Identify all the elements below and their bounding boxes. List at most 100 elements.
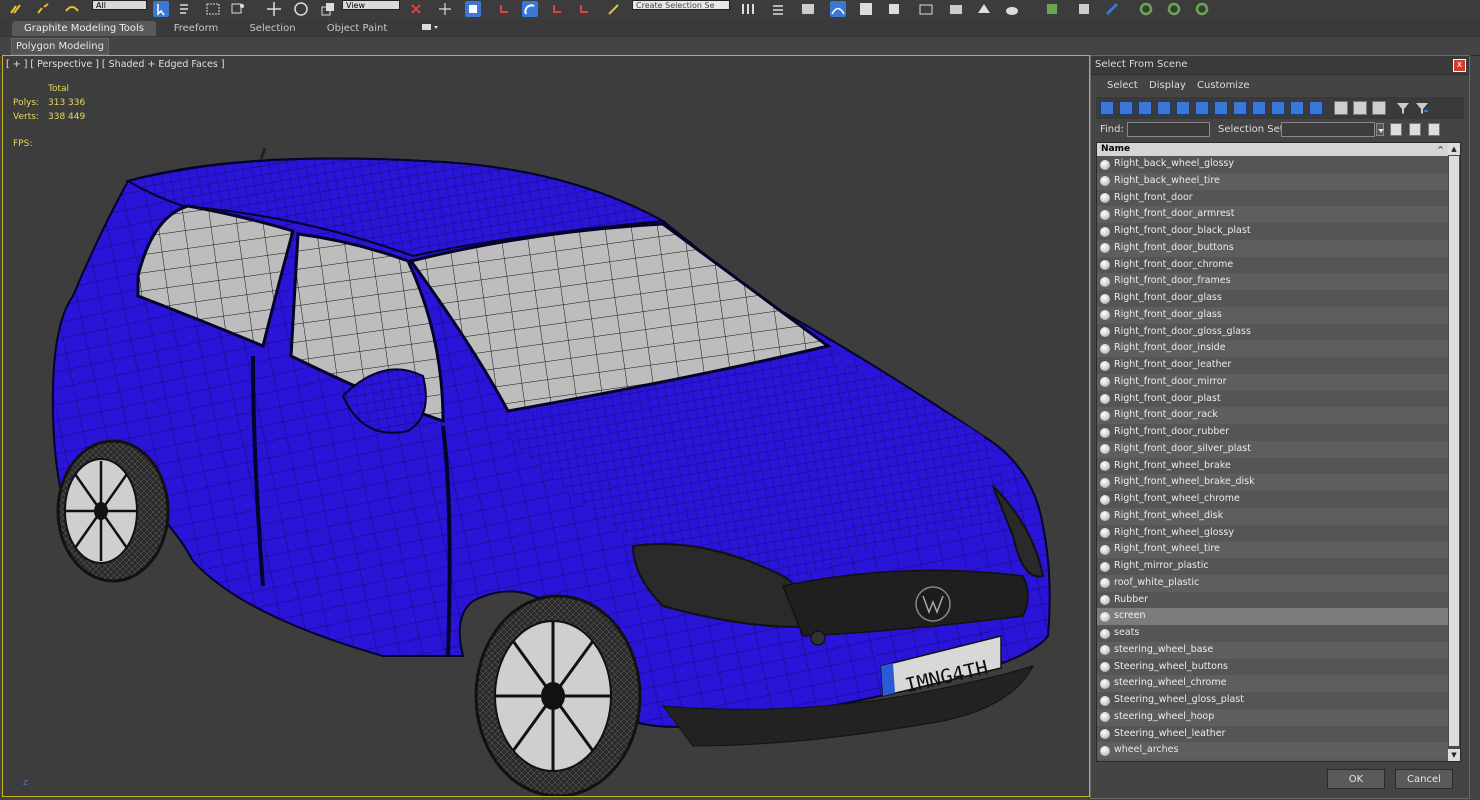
rect-region-icon[interactable] (205, 1, 221, 17)
object-tool-icon[interactable] (1076, 1, 1092, 17)
rendered-frame-icon[interactable] (948, 1, 964, 17)
list-item[interactable]: screen (1097, 608, 1449, 625)
list-item[interactable]: Right_front_door_black_plast (1097, 223, 1449, 240)
list-item[interactable]: seats (1097, 625, 1449, 642)
scene-explorer-icon[interactable] (800, 1, 816, 17)
list-item[interactable]: Steering_wheel_leather (1097, 725, 1449, 743)
render-setup-icon[interactable] (918, 1, 934, 17)
geometry-filter-icon[interactable] (1100, 101, 1114, 115)
find-input[interactable] (1127, 122, 1210, 137)
list-item[interactable]: Right_front_wheel_disk (1097, 507, 1449, 525)
menu-select[interactable]: Select (1107, 80, 1138, 91)
list-item[interactable]: Right_mirror_plastic (1097, 558, 1449, 575)
tab-freeform[interactable]: Freeform (165, 21, 227, 36)
filter-options-icon[interactable] (1415, 101, 1429, 115)
select-invert-icon[interactable] (1372, 101, 1386, 115)
unlink-icon[interactable] (35, 1, 51, 17)
cycle-green-icon-3[interactable] (1194, 1, 1210, 17)
tab-selection[interactable]: Selection (240, 21, 305, 36)
layer-explorer-icon[interactable] (770, 1, 786, 17)
curve-editor-icon[interactable] (830, 1, 846, 17)
list-item[interactable]: Steering_wheel_buttons (1097, 658, 1449, 676)
list-item[interactable]: steering_wheel_base (1097, 641, 1449, 659)
move-icon[interactable] (266, 1, 282, 17)
container-filter-icon[interactable] (1271, 101, 1285, 115)
mirror-icon[interactable] (606, 1, 622, 17)
cycle-green-icon-2[interactable] (1166, 1, 1182, 17)
link-icon[interactable] (8, 1, 24, 17)
viewport-label[interactable]: [ + ] [ Perspective ] [ Shaded + Edged F… (6, 59, 225, 70)
group-filter-icon[interactable] (1214, 101, 1228, 115)
close-button[interactable]: x (1453, 59, 1466, 72)
named-selection-dropdown[interactable]: Create Selection Se (632, 0, 730, 10)
perspective-viewport[interactable]: IMNG4TH [ + ] [ Perspective ] [ Shaded +… (2, 55, 1090, 797)
create-set-icon[interactable] (1390, 123, 1402, 136)
list-item[interactable]: Right_front_door_gloss_glass (1097, 323, 1449, 341)
selection-set-arrow-icon[interactable] (1376, 123, 1384, 136)
list-item[interactable]: Right_front_door_buttons (1097, 239, 1449, 257)
list-item[interactable]: Right_front_door_chrome (1097, 256, 1449, 274)
edit-named-sel-icon[interactable] (577, 1, 593, 17)
rotate-icon[interactable] (293, 1, 309, 17)
angle-snap-icon[interactable] (497, 1, 513, 17)
list-item[interactable]: Right_front_door_glass (1097, 290, 1449, 307)
select-manipulate-icon[interactable] (437, 1, 453, 17)
reference-coordinate-dropdown[interactable]: View (342, 0, 400, 10)
list-item[interactable]: Right_front_door_inside (1097, 340, 1449, 357)
list-item[interactable]: Right_front_door_frames (1097, 273, 1449, 290)
align-icon[interactable] (740, 1, 756, 17)
bone-filter-icon[interactable] (1252, 101, 1266, 115)
teapot-icon[interactable] (1004, 1, 1020, 17)
spinner-snap-icon[interactable] (550, 1, 566, 17)
cycle-green-icon[interactable] (1138, 1, 1154, 17)
list-item[interactable]: Right_front_door_plast (1097, 390, 1449, 408)
list-item[interactable]: steering_wheel_chrome (1097, 675, 1449, 692)
list-item[interactable]: Right_front_wheel_chrome (1097, 491, 1449, 508)
list-item[interactable]: Right_front_wheel_brake_disk (1097, 474, 1449, 491)
list-item[interactable]: wheel_arches (1097, 742, 1449, 759)
list-item[interactable]: Right_front_door (1097, 189, 1449, 207)
edit-set-icon[interactable] (1409, 123, 1421, 136)
xref-filter-icon[interactable] (1233, 101, 1247, 115)
rig-tool-icon[interactable] (1044, 1, 1060, 17)
spacewarp-filter-icon[interactable] (1195, 101, 1209, 115)
list-item[interactable]: steering_wheel_hoop (1097, 708, 1449, 726)
list-item[interactable]: Right_front_door_armrest (1097, 206, 1449, 223)
list-item[interactable]: Rubber (1097, 591, 1449, 609)
dialog-title-bar[interactable]: Select From Scene x (1091, 56, 1469, 75)
tab-object-paint[interactable]: Object Paint (322, 21, 392, 36)
hidden-filter-icon[interactable] (1309, 101, 1323, 115)
name-column-header[interactable]: Name ^ (1097, 143, 1449, 156)
menu-display[interactable]: Display (1149, 80, 1186, 91)
bind-space-warp-icon[interactable] (64, 1, 80, 17)
delete-set-icon[interactable] (1428, 123, 1440, 136)
pivot-icon[interactable] (408, 1, 424, 17)
list-item[interactable]: Right_front_door_rubber (1097, 424, 1449, 441)
list-item[interactable]: Right_front_wheel_tire (1097, 541, 1449, 558)
ok-button[interactable]: OK (1327, 769, 1385, 789)
selection-set-dropdown[interactable] (1281, 122, 1375, 137)
list-item[interactable]: Right_front_door_rack (1097, 407, 1449, 424)
list-item[interactable]: roof_white_plastic (1097, 574, 1449, 592)
list-item[interactable]: Right_front_wheel_brake (1097, 457, 1449, 475)
tab-graphite-modeling-tools[interactable]: Graphite Modeling Tools (12, 21, 156, 36)
select-by-name-icon[interactable] (178, 1, 194, 17)
list-item[interactable]: Right_front_door_glass (1097, 306, 1449, 324)
list-item[interactable]: Right_front_door_mirror (1097, 373, 1449, 391)
list-item[interactable]: Right_front_door_silver_plast (1097, 440, 1449, 458)
polygon-modeling-panel[interactable]: Polygon Modeling (11, 38, 109, 55)
ribbon-options-dropdown[interactable] (418, 21, 442, 36)
selection-filter-dropdown[interactable]: All (92, 0, 147, 10)
scroll-thumb[interactable] (1449, 156, 1459, 746)
cancel-button[interactable]: Cancel (1395, 769, 1453, 789)
shape-filter-icon[interactable] (1119, 101, 1133, 115)
window-crossing-icon[interactable] (230, 1, 246, 17)
scale-icon[interactable] (320, 1, 336, 17)
material-editor-icon[interactable] (886, 1, 902, 17)
list-item[interactable]: Right_front_door_leather (1097, 357, 1449, 374)
list-item[interactable]: Right_back_wheel_tire (1097, 172, 1449, 190)
render-icon[interactable] (976, 1, 992, 17)
camera-filter-icon[interactable] (1157, 101, 1171, 115)
scroll-up-icon[interactable]: ▲ (1448, 143, 1460, 155)
percent-snap-icon[interactable] (522, 1, 538, 17)
